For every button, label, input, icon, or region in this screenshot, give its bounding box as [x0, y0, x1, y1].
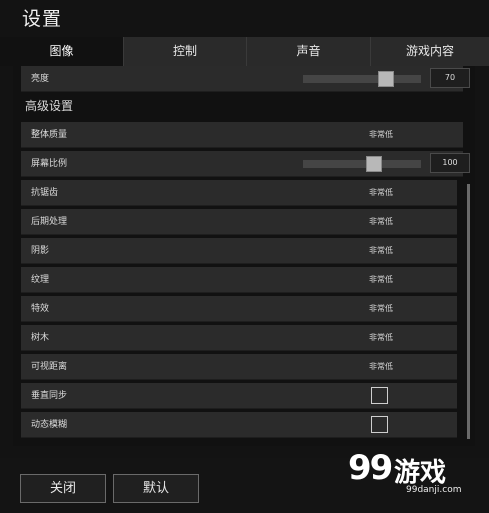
overall-quality-row[interactable]: 整体质量 非常低	[21, 122, 463, 148]
antialiasing-label: 抗锯齿	[31, 188, 59, 198]
texture-value[interactable]: 非常低	[369, 267, 393, 293]
settings-panel: 亮度 70 高级设置 整体质量 非常低 屏幕比例 100 抗锯齿 非常低 后期处…	[13, 66, 475, 446]
post-processing-label: 后期处理	[31, 217, 68, 227]
shadow-label: 阴影	[31, 246, 50, 256]
screen-ratio-slider[interactable]	[303, 156, 421, 172]
brightness-value-box[interactable]: 70	[430, 68, 470, 88]
screen-ratio-label: 屏幕比例	[31, 159, 68, 169]
antialiasing-row[interactable]: 抗锯齿 非常低	[21, 180, 457, 206]
texture-label: 纹理	[31, 275, 50, 285]
screen-ratio-row: 屏幕比例 100	[21, 151, 470, 177]
screen-ratio-slider-thumb[interactable]	[365, 156, 382, 172]
trees-value[interactable]: 非常低	[369, 325, 393, 351]
post-processing-row[interactable]: 后期处理 非常低	[21, 209, 457, 235]
watermark-logo-mark: 99	[348, 448, 393, 488]
trees-label: 树木	[31, 333, 50, 343]
effects-row[interactable]: 特效 非常低	[21, 296, 457, 322]
texture-row[interactable]: 纹理 非常低	[21, 267, 457, 293]
tab-bar: 图像 控制 声音 游戏内容	[0, 37, 489, 66]
scrollbar[interactable]	[467, 184, 470, 439]
window-title: 设置	[22, 8, 63, 30]
default-button[interactable]: 默认	[113, 474, 199, 503]
post-processing-value[interactable]: 非常低	[369, 209, 393, 235]
advanced-section-title: 高级设置	[25, 99, 74, 113]
trees-row[interactable]: 树木 非常低	[21, 325, 457, 351]
overall-quality-value[interactable]: 非常低	[369, 122, 393, 148]
shadow-row[interactable]: 阴影 非常低	[21, 238, 457, 264]
site-watermark-logo: 99 游戏 99danji.com	[348, 448, 478, 506]
motion-blur-row: 动态模糊	[21, 412, 457, 438]
watermark-text: 游戏	[394, 458, 447, 488]
vsync-label: 垂直同步	[31, 391, 68, 401]
close-button[interactable]: 关闭	[20, 474, 106, 503]
motion-blur-label: 动态模糊	[31, 420, 68, 430]
watermark-url: 99danji.com	[406, 485, 462, 495]
view-distance-row[interactable]: 可视距离 非常低	[21, 354, 457, 380]
brightness-row: 亮度 70	[21, 66, 470, 92]
tab-sound[interactable]: 声音	[246, 37, 370, 66]
shadow-value[interactable]: 非常低	[369, 238, 393, 264]
tab-game-content[interactable]: 游戏内容	[370, 37, 489, 66]
tab-graphics[interactable]: 图像	[0, 37, 123, 66]
tab-controls[interactable]: 控制	[123, 37, 246, 66]
screen-ratio-value-box[interactable]: 100	[430, 153, 470, 173]
vsync-row: 垂直同步	[21, 383, 457, 409]
view-distance-value[interactable]: 非常低	[369, 354, 393, 380]
antialiasing-value[interactable]: 非常低	[369, 180, 393, 206]
motion-blur-checkbox[interactable]	[371, 416, 388, 433]
settings-window: 设置 图像 控制 声音 游戏内容 亮度 70 高级设置 整体质量 非常低 屏幕比…	[0, 0, 489, 513]
overall-quality-label: 整体质量	[31, 130, 68, 140]
effects-label: 特效	[31, 304, 50, 314]
brightness-label: 亮度	[31, 74, 50, 84]
effects-value[interactable]: 非常低	[369, 296, 393, 322]
vsync-checkbox[interactable]	[371, 387, 388, 404]
view-distance-label: 可视距离	[31, 362, 68, 372]
brightness-slider-thumb[interactable]	[377, 71, 394, 87]
brightness-slider[interactable]	[303, 71, 421, 87]
